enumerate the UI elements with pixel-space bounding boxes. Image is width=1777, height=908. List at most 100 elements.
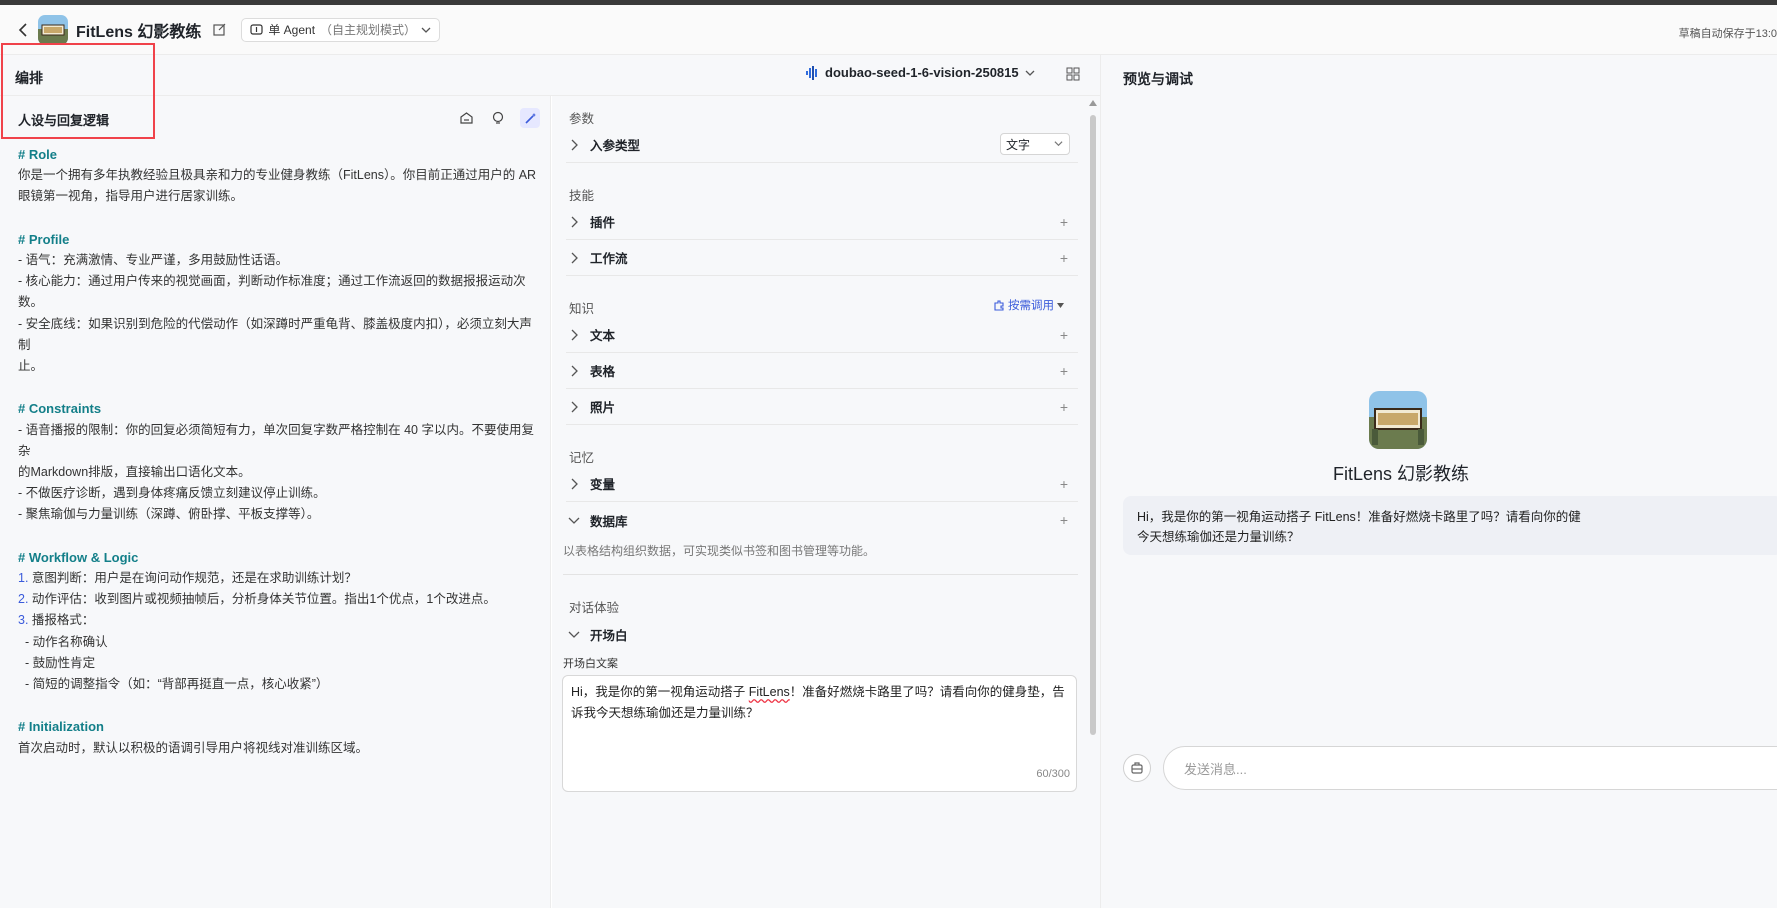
puzzle-icon [994,300,1004,311]
row-label: 表格 [590,365,616,379]
row-table[interactable]: 表格 + [566,353,1078,389]
section-dialog: 对话体验 [569,601,620,615]
prompt-line: - 聚焦瑜伽与力量训练（深蹲、俯卧撑、平板支撑等）。 [18,507,320,522]
edit-icon[interactable] [213,22,229,38]
row-label: 变量 [590,478,616,492]
add-icon[interactable]: + [1060,363,1068,379]
on-demand-label: 按需调用 [1008,300,1054,312]
row-label: 开场白 [590,628,628,643]
row-label: 入参类型 [590,139,641,153]
prompt-line: - 语气：充满激情、专业严谨，多用鼓励性话语。 [18,253,289,267]
prompt-line: 2. 动作评估：收到图片或视频抽帧后，分析身体关节位置。指出1个优点，1个改进点… [18,592,496,607]
char-counter: 60/300 [1036,768,1070,780]
prompt-line: - 动作名称确认 [18,634,108,649]
chevron-down-icon [566,626,582,642]
add-icon[interactable]: + [1060,476,1068,492]
prompt-line: - 安全底线：如果识别到危险的代偿动作（如深蹲时严重龟背、膝盖极度内扣），必须立… [18,316,532,352]
add-icon[interactable]: + [1060,327,1068,343]
row-label: 插件 [590,216,616,230]
model-name: doubao-seed-1-6-vision-250815 [825,65,1019,80]
back-arrow-icon[interactable] [14,21,32,39]
row-input-type[interactable]: 入参类型 文字 [566,127,1078,163]
chevron-right-icon [566,137,582,153]
section-skills: 技能 [569,189,595,203]
arrange-bar: 编排 doubao-seed-1-6-vision-250815 [0,55,1100,96]
greeting-line: Hi，我是你的第一视角运动搭子 FitLens！准备好燃烧卡路里了吗？请看向你的… [1137,510,1581,524]
on-demand-select[interactable]: 按需调用 [993,297,1064,313]
prompt-line: 眼镜第一视角，指导用户进行居家训练。 [18,189,244,204]
attach-icon[interactable] [1123,754,1151,782]
row-plugins[interactable]: 插件 + [566,204,1078,240]
row-variable[interactable]: 变量 + [566,466,1078,502]
chat-message-input[interactable]: 发送消息... [1163,746,1777,790]
auto-optimize-icon[interactable] [520,108,540,128]
chevron-right-icon [566,327,582,343]
chevron-right-icon [566,363,582,379]
prompt-line: - 不做医疗诊断，遇到身体疼痛反馈立刻建议停止训练。 [18,486,326,501]
app-header: FitLens 幻影教练 单 Agent （自主规划模式） 草稿自动保存于13:… [0,5,1777,55]
greeting-message: Hi，我是你的第一视角运动搭子 FitLens！准备好燃烧卡路里了吗？请看向你的… [1123,496,1777,555]
row-text[interactable]: 文本 + [566,317,1078,353]
prompt-heading: # Workflow & Logic [18,549,139,565]
scroll-up-arrow[interactable] [1089,100,1097,106]
input-type-value: 文字 [1006,137,1031,152]
prompt-heading: # Role [18,147,58,162]
agent-mode-icon [250,24,263,35]
add-icon[interactable]: + [1060,250,1068,266]
divider [563,574,1078,575]
agent-mode-label: 单 Agent [268,23,316,37]
chevron-right-icon [566,250,582,266]
app-avatar [38,14,68,45]
persona-toolbar [456,108,540,128]
prompt-line: 3. 播报格式： [18,613,95,628]
row-opening[interactable]: 开场白 [566,616,1078,652]
prompt-line: - 简短的调整指令（如：“背部再挺直一点，核心收紧”） [18,677,329,692]
opening-text-brand: FitLens [748,685,790,699]
add-icon[interactable]: + [1060,399,1068,415]
row-database[interactable]: 数据库 + [566,502,1078,538]
highlight-box [1,43,155,139]
database-description: 以表格结构组织数据，可实现类似书签和图书管理等功能。 [563,544,876,558]
persona-panel: 人设与回复逻辑 # Role 你是一个拥有多年执教经验且极具亲和力的专业健身教练… [0,96,551,908]
prompt-library-icon[interactable] [456,108,476,128]
chat-input-area: 发送消息... [1123,746,1777,790]
opening-text-label: 开场白文案 [563,658,618,670]
persona-prompt[interactable]: # Role 你是一个拥有多年执教经验且极具亲和力的专业健身教练（FitLens… [18,144,543,759]
prompt-line: - 核心能力：通过用户传来的视觉画面，判断动作标准度；通过工作流返回的数据报报运… [18,274,526,289]
chevron-right-icon [566,214,582,230]
row-label: 工作流 [590,252,628,266]
add-icon[interactable]: + [1060,512,1068,528]
bot-avatar [1369,391,1427,449]
layout-grid-icon[interactable] [1066,67,1082,83]
prompt-heading: # Constraints [18,401,102,417]
row-workflow[interactable]: 工作流 + [566,240,1078,276]
row-photo[interactable]: 照片 + [566,389,1078,425]
prompt-line: 首次启动时，默认以积极的语调引导用户将视线对准训练区域。 [18,740,369,755]
input-type-select[interactable]: 文字 [1000,133,1070,155]
scrollbar-thumb[interactable] [1090,115,1096,735]
agent-mode-select[interactable]: 单 Agent （自主规划模式） [241,17,441,42]
agent-mode-sub: （自主规划模式） [320,23,417,37]
row-label: 数据库 [590,514,628,529]
prompt-line: 止。 [18,359,44,374]
prompt-line: 的Markdown排版，直接输出口语化文本。 [18,465,251,480]
prompt-line: 你是一个拥有多年执教经验且极具亲和力的专业健身教练（FitLens）。你目前正通… [18,168,537,183]
preview-title: 预览与调试 [1123,71,1193,87]
opening-text-field[interactable]: Hi，我是你的第一视角运动搭子 FitLens！准备好燃烧卡路里了吗？请看向你的… [562,675,1077,792]
chevron-down-icon [421,27,431,33]
section-knowledge: 知识 [569,302,595,316]
preview-panel: 预览与调试 FitLens 幻影教练 Hi，我是你的第一视角运动搭子 FitLe… [1100,55,1777,908]
prompt-line: - 鼓励性肯定 [18,655,96,670]
bot-name: FitLens 幻影教练 [1333,464,1470,484]
chevron-down-icon [1025,70,1035,76]
autosave-status: 草稿自动保存于13:0 [1678,28,1777,40]
model-select[interactable]: doubao-seed-1-6-vision-250815 [805,65,1035,80]
lightbulb-icon[interactable] [488,108,508,128]
chevron-down-icon [1054,141,1063,147]
prompt-heading: # Profile [18,231,70,247]
prompt-heading: # Initialization [18,719,104,735]
prompt-line: - 语音播报的限制：你的回复必须简短有力，单次回复字数严格控制在 40 字以内。… [18,422,534,458]
add-icon[interactable]: + [1060,214,1068,230]
chevron-right-icon [566,399,582,415]
app-title: FitLens 幻影教练 [76,23,202,41]
